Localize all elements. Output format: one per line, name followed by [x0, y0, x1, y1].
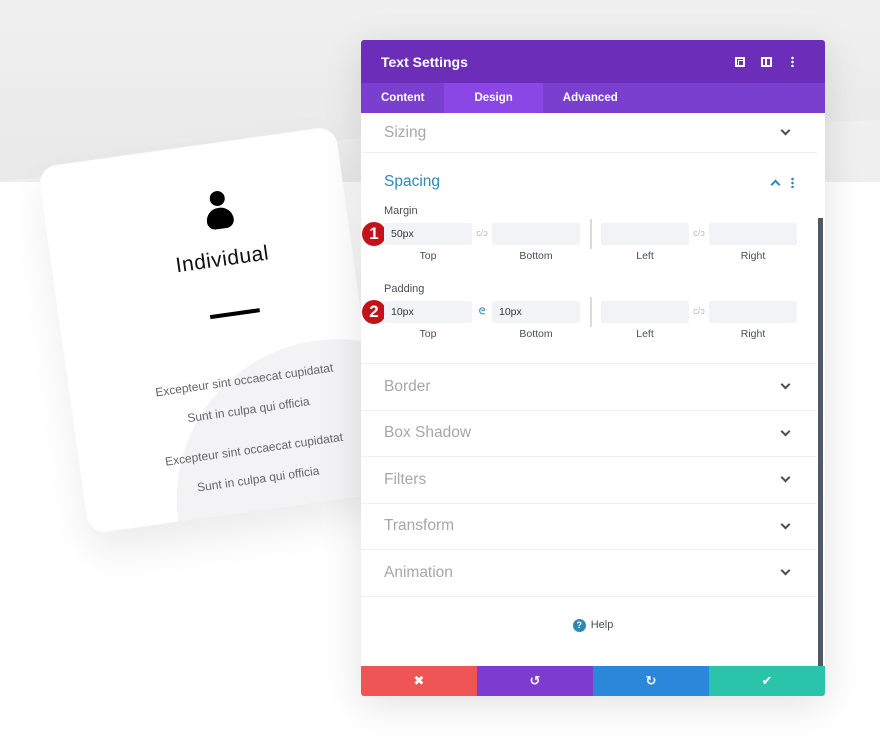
link-icon[interactable]: c/ɔ	[473, 228, 491, 238]
scrollbar[interactable]	[818, 218, 823, 666]
redo-icon: ↻	[645, 673, 657, 688]
focus-button[interactable]	[727, 52, 753, 72]
modal-header: Text Settings	[361, 40, 825, 83]
undo-button[interactable]: ↺	[477, 666, 593, 696]
field-label: Right	[740, 328, 766, 340]
chevron-down-icon	[780, 519, 791, 530]
section-title[interactable]: Spacing	[384, 173, 772, 191]
field-label: Left	[636, 328, 654, 340]
link-icon[interactable]: c/ɔ	[690, 306, 708, 316]
modal-title: Text Settings	[381, 53, 468, 70]
margin-label: Margin	[384, 205, 418, 217]
split-view-icon	[760, 56, 772, 67]
field-label: Bottom	[519, 250, 553, 262]
section-box-shadow[interactable]: Box Shadow	[361, 411, 817, 457]
undo-icon: ↺	[529, 673, 541, 688]
modal-body: Sizing Spacing Margin 1 50px c/ɔ c/ɔ Top…	[361, 113, 825, 666]
field-divider	[590, 219, 592, 249]
padding-right-input[interactable]	[709, 301, 797, 323]
split-view-button[interactable]	[753, 52, 779, 72]
text-settings-modal: Text Settings Content Design Advanced Si…	[361, 40, 825, 696]
step-badge: 2	[362, 300, 386, 324]
check-icon: ✔	[761, 673, 773, 688]
padding-label: Padding	[384, 283, 425, 295]
tab-advanced[interactable]: Advanced	[543, 83, 638, 113]
section-transform[interactable]: Transform	[361, 504, 817, 550]
chevron-up-icon[interactable]	[770, 179, 781, 189]
pricing-card: Individual Excepteur sint occaecat cupid…	[37, 125, 387, 535]
modal-footer: ✖ ↺ ↻ ✔	[361, 666, 825, 696]
margin-left-input[interactable]	[601, 223, 689, 245]
step-badge: 1	[362, 222, 386, 246]
section-title: Filters	[384, 470, 427, 488]
tab-content[interactable]: Content	[361, 83, 444, 113]
chevron-down-icon	[780, 472, 791, 483]
modal-tabs: Content Design Advanced	[361, 83, 825, 113]
link-icon[interactable]: c/ɔ	[690, 228, 708, 238]
help-link[interactable]: ? Help	[361, 618, 825, 632]
padding-top-input[interactable]: 10px	[384, 301, 472, 323]
field-label: Bottom	[519, 328, 553, 340]
person-icon	[203, 189, 236, 231]
section-filters[interactable]: Filters	[361, 457, 817, 504]
section-title: Animation	[384, 563, 453, 581]
card-title: Individual	[174, 241, 271, 278]
field-label: Left	[636, 250, 654, 262]
chevron-down-icon	[780, 565, 791, 576]
margin-right-input[interactable]	[709, 223, 797, 245]
chevron-down-icon	[780, 426, 791, 437]
section-border[interactable]: Border	[361, 364, 817, 411]
field-label: Right	[740, 250, 766, 262]
chevron-down-icon	[780, 125, 791, 136]
save-button[interactable]: ✔	[709, 666, 825, 696]
help-label: Help	[590, 619, 614, 631]
padding-fields: 2 10px ᘓ 10px c/ɔ Top Bottom Left Right	[362, 297, 797, 347]
link-active-icon[interactable]: ᘓ	[473, 306, 491, 317]
section-sizing[interactable]: Sizing	[361, 113, 817, 153]
padding-bottom-input[interactable]: 10px	[492, 301, 580, 323]
padding-left-input[interactable]	[601, 301, 689, 323]
margin-bottom-input[interactable]	[492, 223, 580, 245]
more-options-icon	[790, 56, 794, 67]
section-options-icon[interactable]	[791, 176, 794, 188]
margin-top-input[interactable]: 50px	[384, 223, 472, 245]
section-title: Transform	[384, 517, 455, 535]
section-title: Sizing	[384, 123, 427, 141]
section-animation[interactable]: Animation	[361, 550, 817, 597]
field-label: Top	[419, 328, 437, 340]
tab-design[interactable]: Design	[444, 83, 543, 113]
field-divider	[590, 297, 592, 327]
redo-button[interactable]: ↻	[593, 666, 709, 696]
chevron-down-icon	[780, 379, 791, 390]
section-title: Box Shadow	[384, 424, 472, 442]
help-icon: ?	[572, 618, 586, 632]
field-label: Top	[419, 250, 437, 262]
section-title: Border	[384, 377, 431, 395]
more-options-button[interactable]	[779, 52, 805, 72]
close-icon: ✖	[413, 673, 425, 688]
focus-icon	[735, 56, 745, 67]
card-divider	[209, 308, 260, 320]
cancel-button[interactable]: ✖	[361, 666, 477, 696]
margin-fields: 1 50px c/ɔ c/ɔ Top Bottom Left Right	[362, 219, 797, 269]
section-spacing: Spacing Margin 1 50px c/ɔ c/ɔ Top Bottom…	[361, 153, 817, 364]
